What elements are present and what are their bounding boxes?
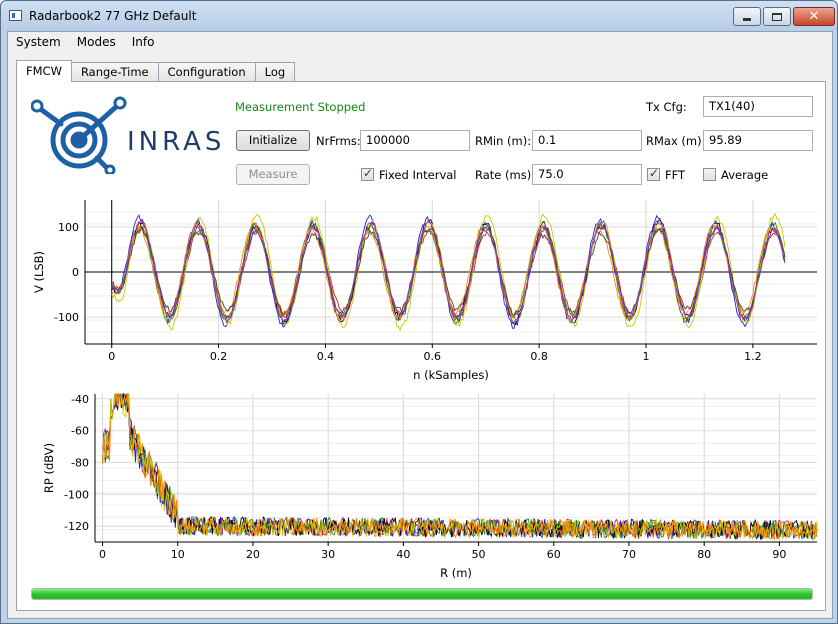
y-tick-label: -100 [54,311,79,324]
tab-bar: FMCW Range-Time Configuration Log [16,60,296,82]
x-tick-label: 30 [321,548,335,561]
menu-bar: System Modes Info [8,32,832,52]
x-tick-label: 0.8 [530,350,548,363]
y-tick-label: -80 [71,456,89,469]
x-tick-label: 0.2 [210,350,228,363]
x-tick-label: 0.6 [424,350,442,363]
rmin-label: RMin (m): [475,134,532,148]
inras-logo: INRAS [31,96,221,174]
fmcw-panel: INRAS Measurement Stopped Tx Cfg: TX1(40… [16,81,826,611]
measure-button[interactable]: Measure [236,164,310,185]
fixed-interval-label: Fixed Interval [379,168,457,182]
client-area: System Modes Info FMCW Range-Time Config… [7,31,833,619]
rmin-field[interactable]: 0.1 [532,130,642,151]
x-tick-label: 70 [622,548,636,561]
range-profile-chart[interactable]: -120 -100 -80 -60 -40 0 10 20 30 40 50 60 70 80 90 R (m… [21,388,821,584]
maximize-icon [772,12,782,21]
minimize-icon [743,18,751,21]
x-tick-label: 40 [396,548,410,561]
x-tick-label: 1.2 [744,350,762,363]
minimize-button[interactable] [733,7,761,26]
app-window: Radarbook2 77 GHz Default ✕ System Modes… [0,0,838,624]
rate-label: Rate (ms): [475,168,536,182]
time-signal-chart[interactable]: -100 0 100 0 0.2 0.4 0.6 0.8 1 1.2 n (kSamples) V (… [21,194,821,384]
average-checkbox[interactable] [703,168,716,181]
menu-info[interactable]: Info [124,32,163,52]
logo-text: INRAS [127,127,221,157]
rmax-label: RMax (m): [646,134,706,148]
maximize-button[interactable] [763,7,791,26]
x-axis-label: R (m) [440,566,472,580]
y-tick-label: 100 [58,221,79,234]
close-icon: ✕ [808,9,820,24]
title-bar[interactable]: Radarbook2 77 GHz Default ✕ [1,1,837,31]
txcfg-field[interactable]: TX1(40) [703,96,813,117]
fft-checkbox[interactable] [647,166,660,181]
tab-log[interactable]: Log [254,62,296,82]
y-axis-label: V (LSB) [32,251,46,293]
nrfrms-label: NrFrms: [316,134,361,148]
x-axis-label: n (kSamples) [413,368,489,382]
menu-system[interactable]: System [8,32,69,52]
progress-fill [32,589,812,599]
fixed-interval-checkbox[interactable] [361,166,374,181]
close-button[interactable]: ✕ [793,7,835,26]
x-tick-label: 0 [99,548,106,561]
rate-field[interactable]: 75.0 [532,164,642,185]
status-text: Measurement Stopped [235,100,366,114]
nrfrms-field[interactable]: 100000 [360,130,470,151]
txcfg-label: Tx Cfg: [646,100,687,114]
y-tick-label: 0 [72,266,79,279]
y-tick-label: -40 [71,393,89,406]
average-label: Average [721,168,769,182]
tab-configuration[interactable]: Configuration [157,62,256,82]
x-tick-label: 50 [472,548,486,561]
tab-fmcw[interactable]: FMCW [16,60,72,82]
menu-modes[interactable]: Modes [69,32,124,52]
rmax-field[interactable]: 95.89 [703,130,813,151]
progress-bar [31,588,813,600]
x-tick-label: 60 [547,548,561,561]
x-tick-label: 10 [171,548,185,561]
x-tick-label: 90 [772,548,786,561]
x-tick-label: 1 [643,350,650,363]
x-tick-label: 80 [697,548,711,561]
y-tick-label: -100 [64,488,89,501]
x-tick-label: 0.4 [317,350,335,363]
initialize-button[interactable]: Initialize [236,130,310,151]
app-icon [9,10,22,21]
y-tick-label: -120 [64,520,89,533]
window-title: Radarbook2 77 GHz Default [29,9,197,23]
fft-label: FFT [665,168,686,182]
x-tick-label: 20 [246,548,260,561]
y-tick-label: -60 [71,425,89,438]
x-tick-label: 0 [108,350,115,363]
tab-range-time[interactable]: Range-Time [70,62,159,82]
y-axis-label: RP (dBV) [42,443,56,493]
